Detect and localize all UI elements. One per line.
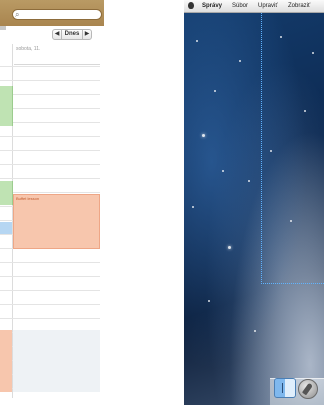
- star: [196, 40, 198, 42]
- selection-guide-vertical: [261, 0, 262, 284]
- menu-view[interactable]: Zobraziť: [288, 2, 310, 10]
- star: [248, 180, 250, 182]
- hour-line: [0, 178, 100, 179]
- hour-line: [0, 290, 100, 291]
- menu-file[interactable]: Súbor: [232, 2, 248, 10]
- star: [208, 300, 210, 302]
- search-field[interactable]: ⌕: [12, 9, 102, 20]
- event-title: Buffet lesson: [16, 196, 40, 201]
- hour-line: [0, 66, 100, 67]
- star: [239, 60, 241, 62]
- finder-face-line: [282, 383, 291, 393]
- day-label: sobota, 11.: [16, 46, 41, 52]
- star: [280, 36, 282, 38]
- menu-bar: Správy Súbor Upraviť Zobraziť: [184, 0, 324, 13]
- rocket-icon: [302, 382, 313, 396]
- star: [214, 90, 216, 92]
- finder-icon[interactable]: [274, 378, 296, 398]
- star: [304, 110, 306, 112]
- hour-line: [0, 150, 100, 151]
- desktop: Správy Súbor Upraviť Zobraziť: [184, 0, 324, 405]
- menu-app[interactable]: Správy: [202, 2, 222, 10]
- hour-line: [0, 304, 100, 305]
- hour-line: [0, 136, 100, 137]
- star: [312, 52, 314, 54]
- calendar-event[interactable]: [0, 330, 12, 392]
- hour-line: [0, 262, 100, 263]
- star: [222, 170, 224, 172]
- calendar-window: ⌕ ◀ Dnes ▶ sobota, 11. Buffet lesson: [0, 0, 104, 405]
- apple-icon[interactable]: [188, 2, 194, 9]
- hour-line: [0, 80, 100, 81]
- calendar-toolbar: ⌕: [0, 0, 104, 26]
- star: [270, 150, 272, 152]
- star: [202, 134, 205, 137]
- launchpad-icon[interactable]: [298, 379, 318, 399]
- calendar-nav: ◀ Dnes ▶: [0, 28, 104, 42]
- next-day-button[interactable]: ▶: [82, 29, 92, 40]
- menu-edit[interactable]: Upraviť: [258, 2, 278, 10]
- calendar-event-selected[interactable]: Buffet lesson: [13, 194, 100, 249]
- star: [290, 220, 292, 222]
- star: [192, 206, 194, 208]
- hour-line: [0, 164, 100, 165]
- star: [228, 246, 231, 249]
- selection-guide-horizontal: [261, 283, 324, 284]
- calendar-event[interactable]: [0, 86, 13, 126]
- calendar-event[interactable]: [13, 330, 100, 392]
- day-header: sobota, 11.: [14, 44, 100, 65]
- search-icon: ⌕: [15, 10, 20, 19]
- hour-line: [0, 192, 100, 193]
- hour-line: [0, 108, 100, 109]
- calendar-event[interactable]: [0, 181, 13, 205]
- star: [254, 330, 256, 332]
- hour-line: [0, 318, 100, 319]
- hour-line: [0, 276, 100, 277]
- today-button[interactable]: Dnes: [61, 29, 83, 40]
- hour-line: [0, 94, 100, 95]
- hour-line: [0, 122, 100, 123]
- calendar-event[interactable]: [0, 222, 12, 234]
